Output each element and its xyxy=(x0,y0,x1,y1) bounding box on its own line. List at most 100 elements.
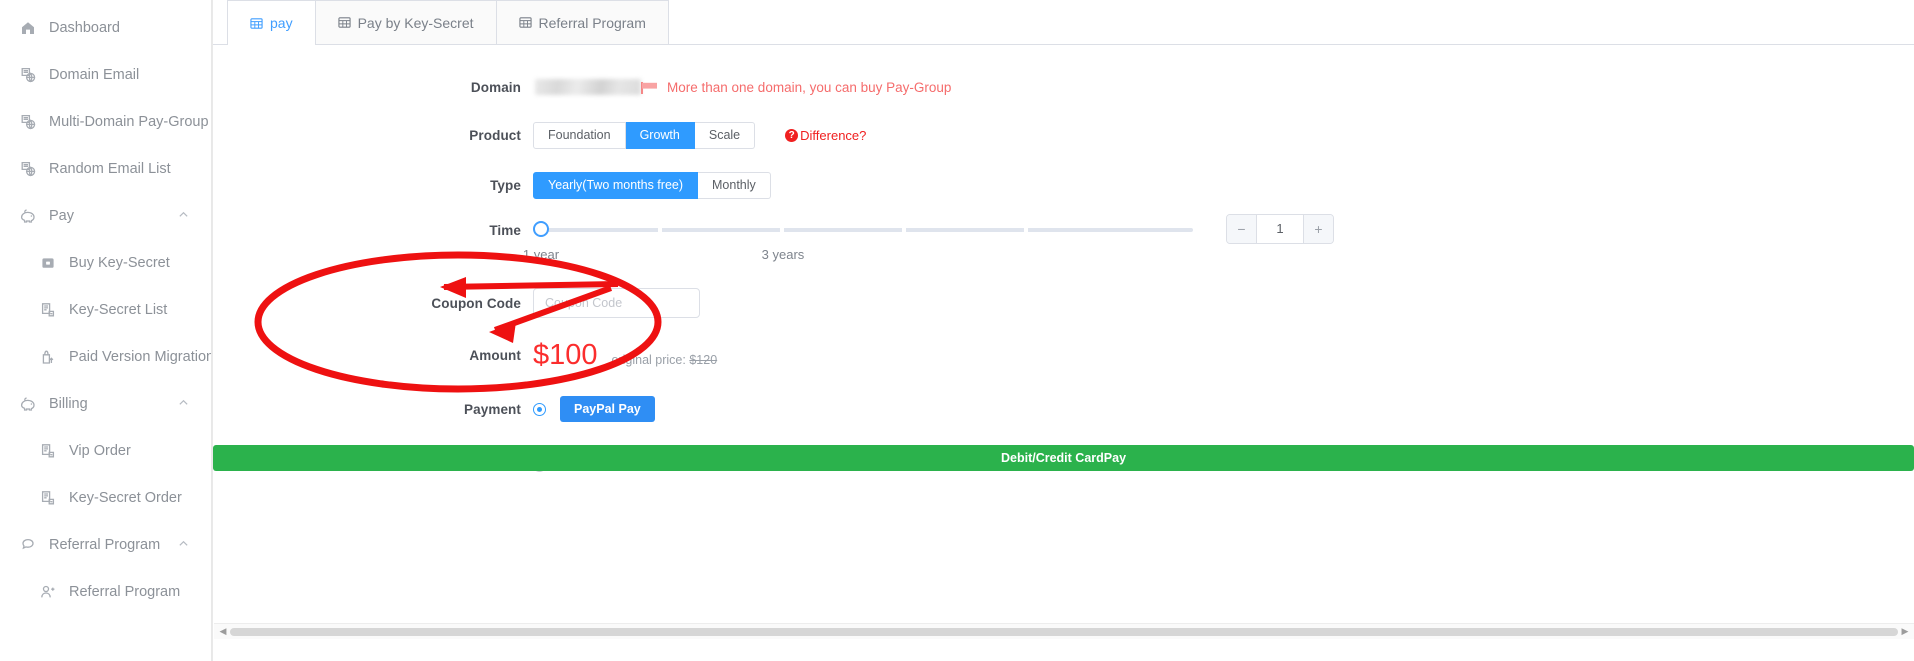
difference-link-label: Difference? xyxy=(800,127,867,143)
referral-icon xyxy=(18,535,37,554)
application-window: Dashboard Domain Email Multi-Domain Pay-Gr… xyxy=(0,0,1914,661)
sidebar-item-key-secret-order[interactable]: Key-Secret Order xyxy=(0,474,211,521)
type-label: Type xyxy=(490,177,521,193)
chevron-up-icon[interactable] xyxy=(178,209,189,220)
sidebar-item-paid-version-migration[interactable]: Paid Version Migration xyxy=(0,333,211,380)
quantity-decrease-button[interactable]: − xyxy=(1227,215,1256,243)
sidebar-item-multi-domain-pay-group[interactable]: Multi-Domain Pay-Group xyxy=(0,98,211,145)
form-row-payment-paypal: Payment PayPal Pay xyxy=(213,389,1914,429)
paypal-pay-button[interactable]: PayPal Pay xyxy=(560,396,655,422)
sidebar-item-label: Dashboard xyxy=(49,19,120,36)
domain-email-icon xyxy=(18,65,37,84)
sidebar-item-label: Pay xyxy=(49,207,74,224)
payment-radio-paypal[interactable] xyxy=(533,402,546,416)
tab-pay-by-key-secret[interactable]: Pay by Key-Secret xyxy=(315,0,497,44)
sidebar-item-label: Key-Secret Order xyxy=(69,489,182,506)
product-option-scale[interactable]: Scale xyxy=(694,121,756,149)
flag-icon xyxy=(640,81,660,95)
amount-price: $100 xyxy=(533,338,598,371)
key-secret-order-icon xyxy=(38,488,57,507)
sidebar-item-pay[interactable]: Pay xyxy=(0,192,211,239)
type-option-monthly[interactable]: Monthly xyxy=(698,171,771,199)
sidebar-item-label: Multi-Domain Pay-Group xyxy=(49,113,209,130)
sidebar-item-label: Referral Program xyxy=(49,536,161,553)
chevron-up-icon[interactable] xyxy=(178,397,189,408)
slider-stop xyxy=(902,225,906,235)
time-slider[interactable] xyxy=(533,221,1193,239)
tab-pay[interactable]: pay xyxy=(227,0,316,45)
table-icon xyxy=(518,16,532,29)
payment-label: Payment xyxy=(464,401,521,417)
form-row-amount: Amount $100 original price: $120 xyxy=(213,335,1914,375)
domain-hint-text: More than one domain, you can buy Pay-Gr… xyxy=(667,79,952,95)
domain-hint: More than one domain, you can buy Pay-Gr… xyxy=(641,79,952,95)
difference-link[interactable]: ? Difference? xyxy=(785,128,866,143)
scroll-right-arrow[interactable]: ▶ xyxy=(1898,625,1912,639)
tab-referral-program[interactable]: Referral Program xyxy=(496,0,669,44)
key-secret-list-icon xyxy=(38,300,57,319)
type-option-group: Yearly(Two months free) Monthly xyxy=(533,171,771,199)
form-row-coupon: Coupon Code xyxy=(213,283,1914,323)
sidebar-item-label: Random Email List xyxy=(49,160,171,177)
home-icon xyxy=(18,18,37,37)
tab-label: Referral Program xyxy=(538,14,646,31)
sidebar-item-referral-program[interactable]: Referral Program xyxy=(0,521,211,568)
main-content: pay Pay by Key-Secret Referral Program Dom… xyxy=(212,0,1914,661)
scrollbar-track[interactable] xyxy=(230,627,1898,637)
sidebar-item-label: Key-Secret List xyxy=(69,301,168,318)
sidebar-item-dashboard[interactable]: Dashboard xyxy=(0,4,211,51)
form-row-time: Time 1 year 3 years − 1 + xyxy=(213,214,1914,262)
sidebar-navigation: Dashboard Domain Email Multi-Domain Pay-Gr… xyxy=(0,0,212,661)
form-row-type: Type Yearly(Two months free) Monthly xyxy=(213,165,1914,205)
amount-original: original price: $120 xyxy=(612,353,718,367)
sidebar-item-label: Paid Version Migration xyxy=(69,348,211,365)
original-price-label: original price: xyxy=(611,352,686,367)
tab-label: pay xyxy=(270,15,293,31)
debit-credit-card-pay-button[interactable]: Debit/Credit CardPay xyxy=(213,445,1914,471)
vip-order-icon xyxy=(38,441,57,460)
original-price-value: $120 xyxy=(689,352,718,367)
coupon-code-input[interactable] xyxy=(533,288,700,318)
form-row-product: Product Foundation Growth Scale ? Differ… xyxy=(213,115,1914,155)
table-icon xyxy=(337,16,351,29)
product-option-growth[interactable]: Growth xyxy=(625,121,695,149)
domain-label: Domain xyxy=(470,79,521,95)
sidebar-item-referral-program[interactable]: Referral Program xyxy=(0,568,211,615)
scrollbar-thumb[interactable] xyxy=(230,627,1898,636)
horizontal-scrollbar[interactable]: ◀ ▶ xyxy=(214,623,1914,639)
sidebar-item-label: Billing xyxy=(49,395,88,412)
table-icon xyxy=(250,17,263,30)
domain-value-redacted xyxy=(535,79,641,95)
slider-mark-1-year: 1 year xyxy=(522,247,560,262)
sidebar-item-label: Domain Email xyxy=(49,66,140,83)
paid-migration-icon xyxy=(38,347,57,366)
quantity-stepper: − 1 + xyxy=(1226,214,1334,244)
quantity-increase-button[interactable]: + xyxy=(1304,215,1333,243)
tab-bar: pay Pay by Key-Secret Referral Program xyxy=(213,0,1914,45)
referral-sub-icon xyxy=(38,582,57,601)
amount-label: Amount xyxy=(469,347,521,363)
random-email-icon xyxy=(18,159,37,178)
type-option-yearly[interactable]: Yearly(Two months free) xyxy=(533,171,699,199)
sidebar-item-random-email-list[interactable]: Random Email List xyxy=(0,145,211,192)
sidebar-item-key-secret-list[interactable]: Key-Secret List xyxy=(0,286,211,333)
slider-mark-3-years: 3 years xyxy=(761,247,805,262)
product-option-group: Foundation Growth Scale xyxy=(533,121,756,149)
form-row-payment-card: Debit/Credit CardPay xyxy=(213,445,1914,485)
sidebar-item-domain-email[interactable]: Domain Email xyxy=(0,51,211,98)
sidebar-item-label: Vip Order xyxy=(69,442,131,459)
sidebar-item-billing[interactable]: Billing xyxy=(0,380,211,427)
slider-stop xyxy=(1024,225,1028,235)
sidebar-item-vip-order[interactable]: Vip Order xyxy=(0,427,211,474)
product-label: Product xyxy=(469,127,521,143)
quantity-value[interactable]: 1 xyxy=(1256,215,1304,243)
slider-stop xyxy=(780,225,784,235)
scroll-left-arrow[interactable]: ◀ xyxy=(216,625,230,639)
slider-handle[interactable] xyxy=(533,221,549,237)
sidebar-item-buy-key-secret[interactable]: Buy Key-Secret xyxy=(0,239,211,286)
slider-stop xyxy=(658,225,662,235)
chevron-up-icon[interactable] xyxy=(178,538,189,549)
purchase-form: Domain More than one domain, you can buy… xyxy=(213,45,1914,485)
tab-label: Pay by Key-Secret xyxy=(357,14,474,31)
product-option-foundation[interactable]: Foundation xyxy=(533,121,626,149)
